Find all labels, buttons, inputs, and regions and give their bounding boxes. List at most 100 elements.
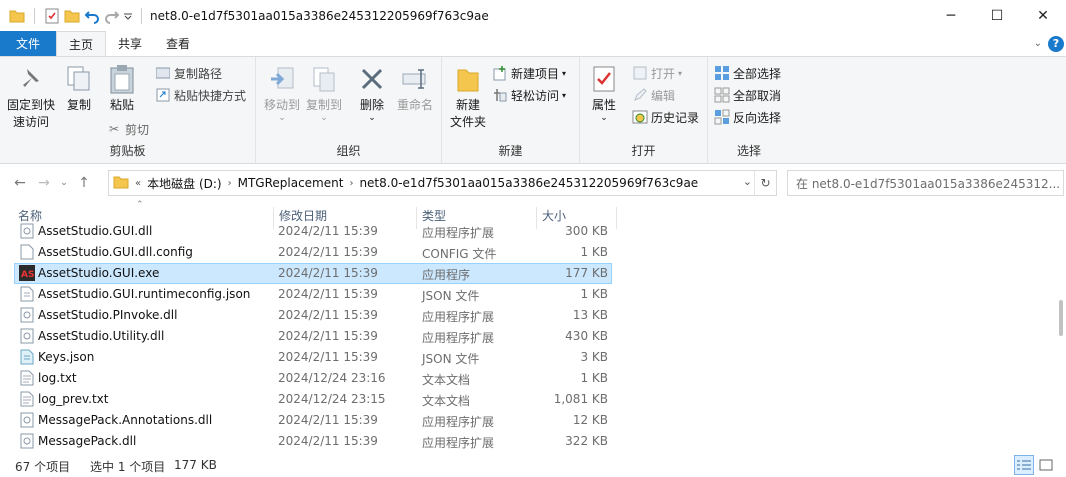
- table-row[interactable]: AssetStudio.GUI.dll.config 2024/2/11 15:…: [14, 242, 612, 263]
- copy-to-button[interactable]: 复制到 ⌄: [304, 63, 344, 123]
- group-clipboard: 固定到快 速访问 复制 粘贴 复制路径 粘贴快捷方式 ✂ 剪切 剪贴板: [0, 57, 256, 163]
- expand-ribbon-icon[interactable]: ⌄: [1034, 38, 1042, 49]
- back-arrow-icon[interactable]: ←: [8, 175, 32, 191]
- svg-text:AS: AS: [21, 270, 34, 280]
- edit-button[interactable]: 编辑: [632, 85, 675, 105]
- new-item-button[interactable]: 新建项目 ▾: [492, 63, 566, 83]
- title-bar: net8.0-e1d7f5301aa015a3386e245312205969f…: [0, 0, 1066, 31]
- easy-access-button[interactable]: 轻松访问 ▾: [492, 85, 566, 105]
- close-button[interactable]: ✕: [1020, 0, 1066, 31]
- delete-button[interactable]: 删除 ⌄: [354, 63, 390, 123]
- folder-icon: [8, 7, 26, 25]
- select-all-button[interactable]: 全部选择: [714, 63, 781, 83]
- table-row[interactable]: AssetStudio.Utility.dll 2024/2/11 15:39 …: [14, 326, 612, 347]
- group-new: 新建 文件夹 新建项目 ▾ 轻松访问 ▾ 新建: [442, 57, 580, 163]
- refresh-icon[interactable]: ↻: [754, 171, 776, 195]
- history-button[interactable]: 历史记录: [632, 107, 699, 127]
- minimize-button[interactable]: ─: [928, 0, 974, 31]
- large-icons-view-icon[interactable]: [1036, 455, 1056, 475]
- file-icon: [19, 244, 35, 260]
- selection-size: 177 KB: [174, 458, 217, 472]
- search-placeholder: 在 net8.0-e1d7f5301aa015a3386e245312...: [796, 176, 1061, 191]
- table-row[interactable]: MessagePack.dll 2024/2/11 15:39 应用程序扩展 3…: [14, 431, 612, 452]
- redo-icon[interactable]: [103, 7, 121, 25]
- new-folder-button[interactable]: 新建 文件夹: [446, 63, 490, 131]
- ribbon: 固定到快 速访问 复制 粘贴 复制路径 粘贴快捷方式 ✂ 剪切 剪贴板 移动到 …: [0, 56, 1066, 164]
- copy-path-button[interactable]: 复制路径: [155, 63, 222, 83]
- new-folder-icon[interactable]: [63, 7, 81, 25]
- tab-home[interactable]: 主页: [56, 31, 107, 56]
- window-title: net8.0-e1d7f5301aa015a3386e245312205969f…: [150, 8, 489, 23]
- open-icon: [632, 65, 648, 81]
- table-row[interactable]: AssetStudio.PInvoke.dll 2024/2/11 15:39 …: [14, 305, 612, 326]
- table-row[interactable]: AssetStudio.GUI.runtimeconfig.json 2024/…: [14, 284, 612, 305]
- invert-selection-button[interactable]: 反向选择: [714, 107, 781, 127]
- help-icon[interactable]: ?: [1048, 35, 1064, 52]
- cut-button[interactable]: ✂ 剪切: [106, 119, 149, 139]
- table-row[interactable]: AssetStudio.GUI.dll 2024/2/11 15:39 应用程序…: [14, 221, 612, 242]
- dll-icon: [19, 307, 35, 323]
- breadcrumb-mtgreplacement[interactable]: MTGReplacement: [238, 176, 344, 190]
- paste-shortcut-button[interactable]: 粘贴快捷方式: [155, 85, 246, 105]
- tab-view[interactable]: 查看: [154, 31, 202, 56]
- forward-arrow-icon[interactable]: →: [32, 175, 56, 191]
- group-label-clipboard: 剪贴板: [109, 144, 146, 158]
- copy-icon: [63, 63, 95, 95]
- up-arrow-icon[interactable]: ↑: [72, 175, 96, 191]
- paste-icon: [106, 63, 138, 95]
- copy-button[interactable]: 复制: [60, 63, 98, 114]
- easy-access-icon: [492, 87, 508, 103]
- history-icon: [632, 109, 648, 125]
- open-button[interactable]: 打开 ▾: [632, 63, 682, 83]
- table-row[interactable]: MessagePack.Annotations.dll 2024/2/11 15…: [14, 410, 612, 431]
- table-row[interactable]: log.txt 2024/12/24 23:16 文本文档 1 KB: [14, 368, 612, 389]
- undo-icon[interactable]: [83, 7, 101, 25]
- breadcrumb-chevron-icon[interactable]: ›: [228, 178, 232, 189]
- quick-access-toolbar: [0, 0, 148, 31]
- dll-icon: [19, 328, 35, 344]
- item-count: 67 个项目: [15, 460, 71, 474]
- move-to-icon: [266, 63, 298, 95]
- dll-icon: [19, 433, 35, 449]
- address-dropdown-icon[interactable]: ⌄: [743, 175, 752, 188]
- breadcrumb-current-folder[interactable]: net8.0-e1d7f5301aa015a3386e245312205969f…: [359, 176, 698, 190]
- vertical-scrollbar[interactable]: [1056, 200, 1066, 452]
- sort-arrow-icon: ⌃: [136, 200, 144, 210]
- breadcrumb-drive[interactable]: 本地磁盘 (D:): [147, 175, 221, 192]
- dll-icon: [19, 412, 35, 428]
- pin-quick-access-button[interactable]: 固定到快 速访问: [6, 63, 56, 131]
- tab-file[interactable]: 文件: [0, 31, 57, 56]
- move-to-button[interactable]: 移动到 ⌄: [260, 63, 304, 123]
- address-bar[interactable]: « 本地磁盘 (D:) › MTGReplacement › net8.0-e1…: [108, 170, 777, 196]
- json-icon: [19, 286, 35, 302]
- search-input[interactable]: 在 net8.0-e1d7f5301aa015a3386e245312...: [787, 170, 1064, 196]
- properties-icon[interactable]: [43, 7, 61, 25]
- group-label-organize: 组织: [336, 144, 361, 158]
- invert-selection-icon: [714, 109, 730, 125]
- dll-icon: [19, 223, 35, 239]
- details-view-icon[interactable]: [1014, 455, 1034, 475]
- txt-icon: [19, 370, 35, 386]
- pin-icon: [15, 63, 47, 95]
- status-bar: 67 个项目 选中 1 个项目 177 KB: [0, 455, 1066, 477]
- tab-share[interactable]: 共享: [106, 31, 154, 56]
- recent-locations-icon[interactable]: ⌄: [56, 178, 72, 188]
- paste-button[interactable]: 粘贴: [102, 63, 142, 114]
- json-icon: [19, 349, 35, 365]
- rename-button[interactable]: 重命名: [394, 63, 436, 114]
- customize-toolbar-icon[interactable]: [123, 7, 133, 25]
- paste-shortcut-icon: [155, 87, 171, 103]
- scissors-icon: ✂: [108, 122, 120, 136]
- select-none-button[interactable]: 全部取消: [714, 85, 781, 105]
- new-folder-icon: [452, 63, 484, 95]
- table-row[interactable]: log_prev.txt 2024/12/24 23:15 文本文档 1,081…: [14, 389, 612, 410]
- maximize-button[interactable]: ☐: [974, 0, 1020, 31]
- navigation-bar: ← → ⌄ ↑ « 本地磁盘 (D:) › MTGReplacement › n…: [0, 169, 1066, 197]
- breadcrumb-chevron-icon[interactable]: ›: [349, 178, 353, 189]
- table-row-selected[interactable]: AS AssetStudio.GUI.exe 2024/2/11 15:39 应…: [14, 263, 612, 284]
- scrollbar-thumb[interactable]: [1059, 300, 1063, 336]
- properties-button[interactable]: 属性 ⌄: [586, 63, 622, 123]
- table-row[interactable]: Keys.json 2024/2/11 15:39 JSON 文件 3 KB: [14, 347, 612, 368]
- group-organize: 移动到 ⌄ 复制到 ⌄ 删除 ⌄ 重命名 组织: [256, 57, 442, 163]
- overflow-chevron-icon[interactable]: «: [135, 178, 141, 189]
